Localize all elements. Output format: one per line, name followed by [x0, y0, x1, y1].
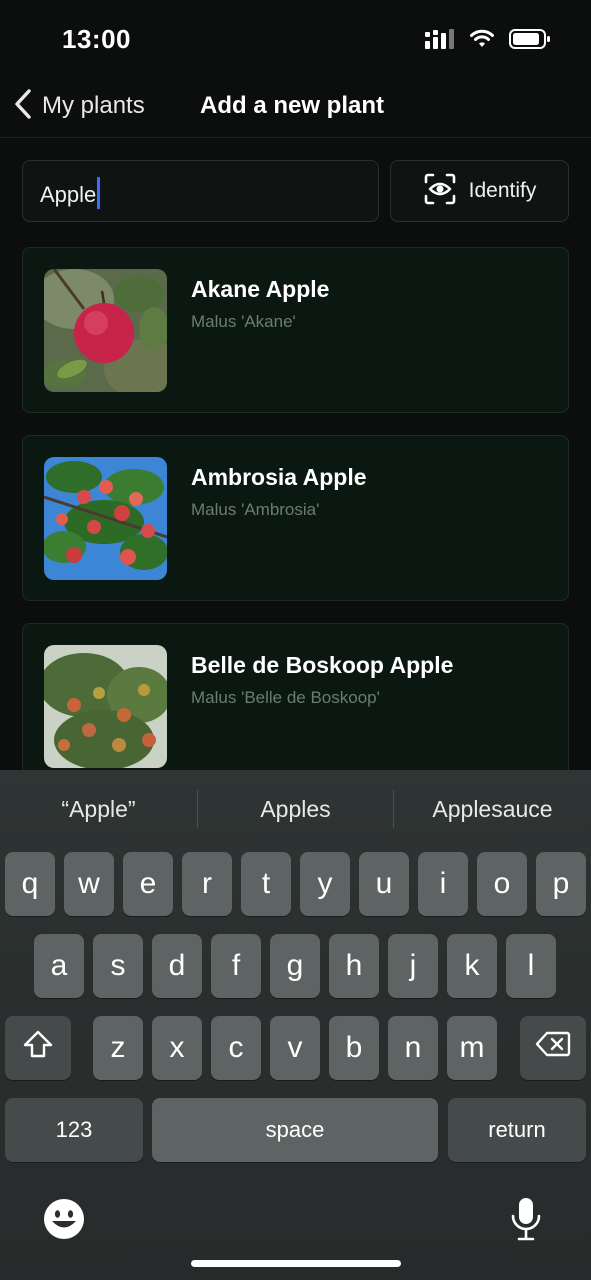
identify-label: Identify	[468, 179, 537, 202]
plant-name: Ambrosia Apple	[191, 464, 367, 490]
key[interactable]: g	[270, 934, 320, 998]
search-input[interactable]: Apple	[22, 160, 379, 222]
plant-scientific-name: Malus 'Ambrosia'	[191, 500, 320, 519]
scan-eye-icon	[423, 172, 457, 211]
search-input-value: Apple	[40, 177, 101, 212]
key[interactable]: p	[536, 852, 586, 916]
emoji-button[interactable]	[43, 1198, 85, 1245]
plant-photo	[44, 457, 167, 580]
identify-button[interactable]: Identify	[390, 160, 569, 222]
backspace-icon	[535, 1030, 571, 1066]
key[interactable]: a	[34, 934, 84, 998]
key[interactable]: t	[241, 852, 291, 916]
wifi-icon	[469, 29, 495, 54]
microphone-icon	[510, 1198, 542, 1246]
plant-photo	[44, 269, 167, 392]
suggestion-item[interactable]: Applesauce	[394, 796, 591, 823]
text-caret	[97, 177, 101, 209]
on-screen-keyboard: “Apple” Apples Applesauce q w e r t y u …	[0, 770, 591, 1280]
key[interactable]: s	[93, 934, 143, 998]
space-key[interactable]: space	[152, 1098, 438, 1162]
key[interactable]: i	[418, 852, 468, 916]
plant-result-card[interactable]: Akane Apple Malus 'Akane'	[22, 247, 569, 413]
numbers-key[interactable]: 123	[5, 1098, 143, 1162]
shift-key[interactable]	[5, 1016, 71, 1080]
plant-result-card[interactable]: Belle de Boskoop Apple Malus 'Belle de B…	[22, 623, 569, 789]
back-button[interactable]: My plants	[12, 88, 145, 124]
plant-result-card[interactable]: Ambrosia Apple Malus 'Ambrosia'	[22, 435, 569, 601]
cellular-signal-icon	[425, 29, 455, 54]
key[interactable]: x	[152, 1016, 202, 1080]
key[interactable]: z	[93, 1016, 143, 1080]
nav-bar: My plants Add a new plant	[0, 78, 591, 138]
home-indicator	[191, 1260, 401, 1267]
status-bar: 13:00	[0, 0, 591, 78]
keyboard-suggestions: “Apple” Apples Applesauce	[0, 770, 591, 848]
status-icons	[425, 28, 551, 55]
key[interactable]: r	[182, 852, 232, 916]
plant-name: Akane Apple	[191, 276, 330, 302]
key[interactable]: b	[329, 1016, 379, 1080]
dictation-button[interactable]	[510, 1196, 542, 1247]
suggestion-item[interactable]: Apples	[197, 796, 394, 823]
key[interactable]: l	[506, 934, 556, 998]
page-title: Add a new plant	[200, 92, 385, 119]
key[interactable]: k	[447, 934, 497, 998]
plant-scientific-name: Malus 'Akane'	[191, 312, 296, 331]
key[interactable]: h	[329, 934, 379, 998]
key[interactable]: q	[5, 852, 55, 916]
back-label: My plants	[42, 92, 145, 119]
key[interactable]: o	[477, 852, 527, 916]
key[interactable]: y	[300, 852, 350, 916]
key[interactable]: u	[359, 852, 409, 916]
key[interactable]: w	[64, 852, 114, 916]
plant-name: Belle de Boskoop Apple	[191, 652, 454, 678]
key[interactable]: n	[388, 1016, 438, 1080]
key[interactable]: e	[123, 852, 173, 916]
return-key[interactable]: return	[448, 1098, 586, 1162]
battery-icon	[509, 28, 551, 55]
key[interactable]: m	[447, 1016, 497, 1080]
status-time: 13:00	[62, 24, 131, 54]
key[interactable]: v	[270, 1016, 320, 1080]
shift-icon	[22, 1029, 54, 1067]
plant-photo	[44, 645, 167, 768]
key[interactable]: f	[211, 934, 261, 998]
key[interactable]: d	[152, 934, 202, 998]
chevron-left-icon	[12, 88, 34, 125]
key[interactable]: c	[211, 1016, 261, 1080]
delete-key[interactable]	[520, 1016, 586, 1080]
key[interactable]: j	[388, 934, 438, 998]
emoji-icon	[43, 1199, 85, 1244]
plant-scientific-name: Malus 'Belle de Boskoop'	[191, 688, 380, 707]
suggestion-item[interactable]: “Apple”	[0, 796, 197, 823]
